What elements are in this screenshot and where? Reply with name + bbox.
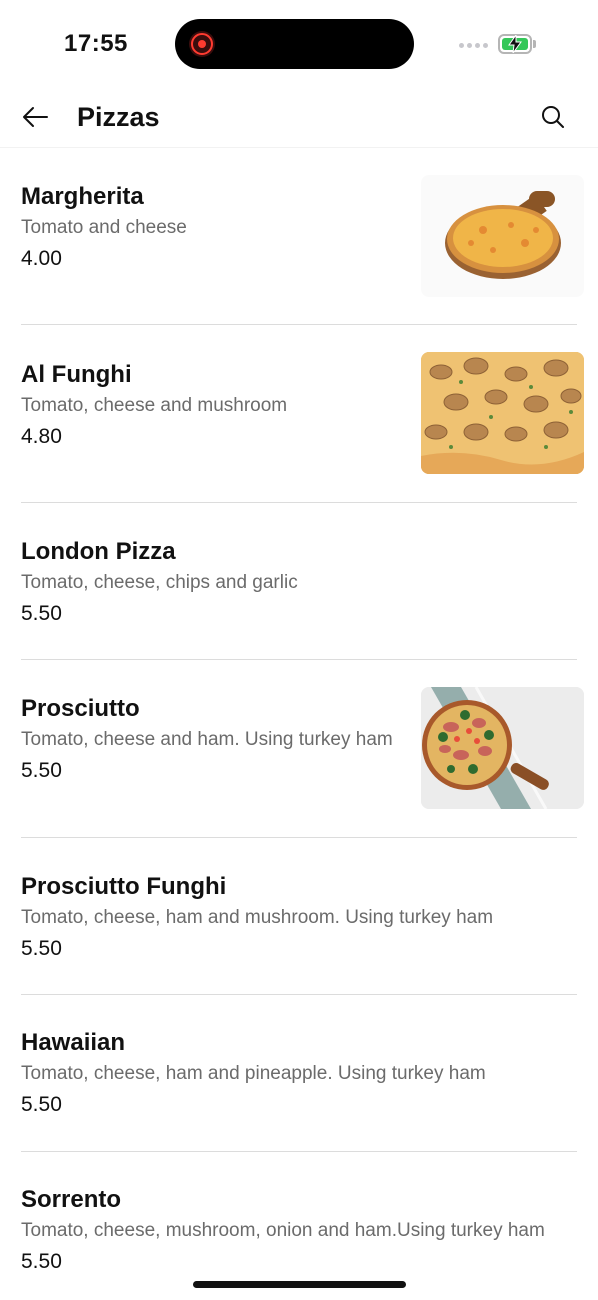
menu-item-prosciutto-funghi[interactable]: Prosciutto Funghi Tomato, cheese, ham an… [0,838,598,995]
item-price: 4.00 [21,247,62,270]
dynamic-island [175,19,414,69]
menu-item-prosciutto[interactable]: Prosciutto Tomato, cheese and ham. Using… [0,660,598,838]
home-indicator[interactable] [193,1281,406,1288]
item-name: Sorrento [21,1186,122,1213]
battery-charging-icon [498,34,536,54]
item-description: Tomato, cheese, chips and garlic [21,572,298,593]
menu-item-al-funghi[interactable]: Al Funghi Tomato, cheese and mushroom 4.… [0,325,598,503]
status-time: 17:55 [64,30,128,57]
item-name: Al Funghi [21,361,132,388]
menu-item-margherita[interactable]: Margherita Tomato and cheese 4.00 [0,148,598,325]
item-description: Tomato, cheese and ham. Using turkey ham [21,729,393,750]
item-price: 5.50 [21,602,62,625]
menu-item-london-pizza[interactable]: London Pizza Tomato, cheese, chips and g… [0,503,598,660]
arrow-left-icon [23,107,48,127]
item-name: Hawaiian [21,1029,126,1056]
screen-recording-icon [189,31,215,57]
item-name: Prosciutto Funghi [21,873,227,900]
item-price: 5.50 [21,1250,62,1273]
menu-list: Margherita Tomato and cheese 4.00 Al Fun… [0,148,598,1300]
item-name: London Pizza [21,538,176,565]
search-icon [542,106,564,128]
item-description: Tomato, cheese, ham and pineapple. Using… [21,1063,486,1084]
margherita-pizza-photo [421,175,584,297]
item-price: 5.50 [21,1093,62,1116]
mushroom-pizza-photo [421,352,584,474]
item-description: Tomato, cheese, mushroom, onion and ham.… [21,1220,545,1241]
app-header: Pizzas [0,90,598,148]
item-description: Tomato, cheese and mushroom [21,395,288,416]
item-description: Tomato, cheese, ham and mushroom. Using … [21,907,494,928]
status-bar: 17:55 [0,0,598,90]
search-button[interactable] [536,100,570,134]
item-price: 5.50 [21,759,62,782]
page-title: Pizzas [77,102,160,132]
item-name: Margherita [21,183,144,210]
back-button[interactable] [18,100,52,134]
cellular-signal-icon [459,43,488,48]
item-name: Prosciutto [21,695,140,722]
menu-item-hawaiian[interactable]: Hawaiian Tomato, cheese, ham and pineapp… [0,995,598,1152]
item-price: 5.50 [21,937,62,960]
item-price: 4.80 [21,425,62,448]
item-description: Tomato and cheese [21,217,187,238]
prosciutto-pizza-photo [421,687,584,809]
menu-item-sorrento[interactable]: Sorrento Tomato, cheese, mushroom, onion… [0,1152,598,1300]
